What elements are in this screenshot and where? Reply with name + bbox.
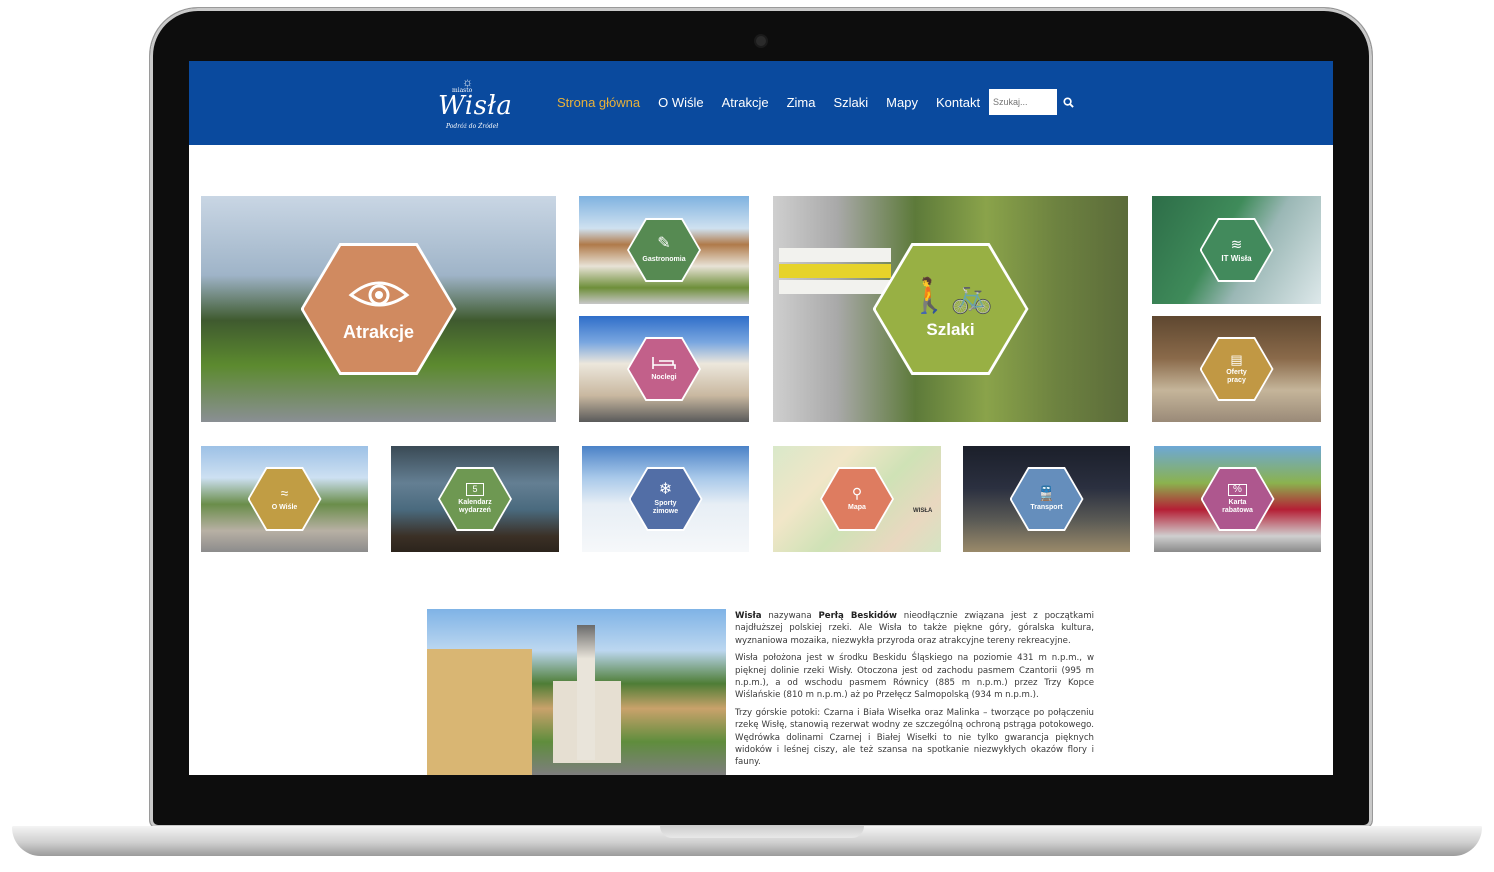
text: nazywana [761,611,819,621]
tile-transport[interactable]: 🚆 Transport [963,446,1130,552]
search-icon [1062,96,1074,108]
laptop-notch [660,826,864,838]
map-town-label: WISŁA [913,508,933,514]
photo-church-tower [577,625,595,760]
bed-icon [652,357,676,370]
cutlery-icon: ✎ [657,235,671,253]
hex-badge: Atrakcje [303,246,454,372]
tile-oferty-pracy[interactable]: ▤ Oferty pracy [1152,316,1321,422]
site-logo[interactable]: ☼ miasto Wisła Podróż do Źródeł [434,75,512,133]
intro-paragraph-2: Wisła położona jest w środku Beskidu Ślą… [735,653,1094,701]
tile-label: Sporty zimowe [652,500,679,515]
tile-atrakcje[interactable]: Atrakcje [201,196,556,422]
logo-name: Wisła [438,91,513,121]
train-icon: 🚆 [1037,485,1056,502]
tile-label: Kalendarz wydarzeń [458,499,492,514]
tile-szlaki[interactable]: 🚶🚲 Szlaki [773,196,1128,422]
nav-item-atrakcje[interactable]: Atrakcje [722,95,769,110]
search-input[interactable] [989,89,1057,115]
tile-label: Oferty pracy [1226,369,1247,384]
tile-label: Atrakcje [342,322,415,343]
tile-label: Karta rabatowa [1222,498,1253,514]
percent-icon: % [1228,483,1247,496]
eye-icon [348,281,409,307]
church-photo [427,609,726,775]
tile-label: Noclegi [651,374,677,382]
nav-item-mapy[interactable]: Mapy [886,95,918,110]
photo-building [427,649,532,775]
trail-mark-yellow [779,264,891,278]
tile-label: Transport [1030,504,1063,512]
intro-paragraph-1: Wisła nazywana Perłą Beskidów nieodłączn… [735,610,1094,647]
trail-mark-white [779,248,891,262]
browser-viewport: ☼ miasto Wisła Podróż do Źródeł Strona g… [189,61,1333,775]
nav-item-szlaki[interactable]: Szlaki [833,95,868,110]
calendar-icon: 5 [466,483,484,497]
tile-label: O Wiśle [271,504,298,512]
map-icon: ⚲ [851,485,863,502]
snowflake-icon: ❄ [658,481,673,499]
bold-text: Wisła [735,611,762,621]
wisla-logo-icon: ≈ [280,485,289,502]
tile-label: Mapa [848,504,866,512]
nav-item-o-wisle[interactable]: O Wiśle [658,95,704,110]
trail-mark-white [779,280,891,294]
nav-item-kontakt[interactable]: Kontakt [936,95,980,110]
nav-item-zima[interactable]: Zima [787,95,816,110]
hex-badge: 🚶🚲 Szlaki [875,246,1026,372]
tile-sporty-zimowe[interactable]: ❄ Sporty zimowe [582,446,749,552]
tile-label: Szlaki [926,319,975,339]
webcam-icon [756,36,766,46]
tile-karta-rabatowa[interactable]: % Karta rabatowa [1154,446,1321,552]
bold-text: Perłą Beskidów [818,611,897,621]
main-nav: Strona główna O Wiśle Atrakcje Zima Szla… [557,95,980,110]
tile-kalendarz[interactable]: 5 Kalendarz wydarzeń [391,446,559,552]
site-header: ☼ miasto Wisła Podróż do Źródeł Strona g… [189,61,1333,145]
tile-noclegi[interactable]: Noclegi [579,316,749,422]
hiker-bike-icon: 🚶🚲 [908,276,993,315]
document-icon: ▤ [1230,352,1243,368]
tile-label: IT Wisła [1221,253,1252,263]
nav-item-home[interactable]: Strona główna [557,95,640,110]
intro-text: Wisła nazywana Perłą Beskidów nieodłączn… [735,610,1094,774]
tile-o-wisle[interactable]: ≈ O Wiśle [201,446,368,552]
tile-it-wisla[interactable]: ≋ IT Wisła [1152,196,1321,304]
search-button[interactable] [1055,89,1081,115]
intro-paragraph-3: Trzy górskie potoki: Czarna i Biała Wise… [735,707,1094,768]
tile-label: Gastronomia [642,256,686,264]
it-logo-icon: ≋ [1230,235,1243,252]
logo-tagline: Podróż do Źródeł [446,123,499,130]
tile-mapa[interactable]: ⚲ Mapa WISŁA [773,446,941,552]
tile-gastronomia[interactable]: ✎ Gastronomia [579,196,749,304]
